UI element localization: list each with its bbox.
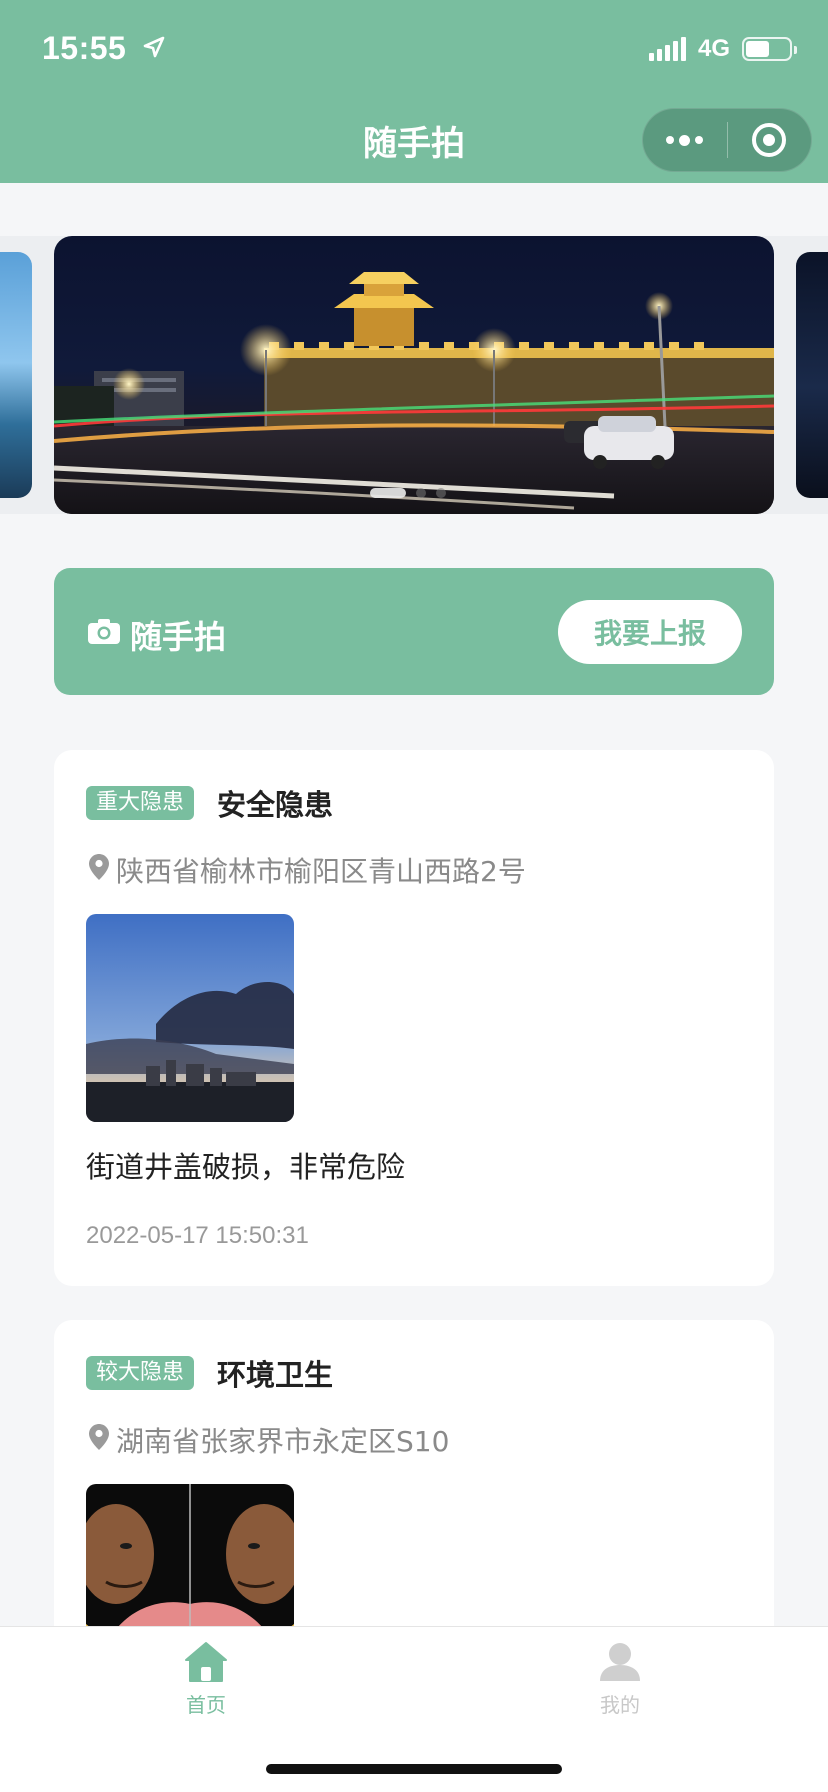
status-indicators: 4G [648,34,797,64]
camera-icon [88,619,120,644]
submit-report-button[interactable]: 我要上报 [558,600,742,664]
severity-tag: 重大隐患 [86,786,195,820]
location-pin-icon [89,1424,109,1450]
signal-icon [648,37,686,61]
report-address: 陕西省榆林市榆阳区青山西路2号 [116,855,526,888]
user-icon [600,1643,640,1681]
home-indicator [266,1764,562,1774]
report-category: 安全隐患 [217,788,334,822]
close-miniprogram-button[interactable] [728,109,812,171]
banner-slide-next[interactable] [796,252,828,498]
battery-icon [742,37,797,61]
tab-mine[interactable]: 我的 [560,1641,680,1718]
report-address: 湖南省张家界市永定区S10 [116,1425,450,1458]
status-time-text: 15:55 [42,30,127,66]
tab-home[interactable]: 首页 [146,1641,266,1718]
location-arrow-icon [142,35,166,66]
tab-home-label: 首页 [186,1693,226,1717]
carousel-dot-3[interactable] [436,488,446,498]
report-card[interactable]: 较大隐患 环境卫生 湖南省张家界市永定区S10 [54,1320,774,1650]
app-header: 15:55 4G 随手拍 [0,0,828,183]
banner-carousel[interactable] [0,236,828,514]
carousel-indicator [370,488,446,498]
banner-slide-active[interactable] [54,236,774,514]
carousel-dot-1[interactable] [370,488,406,498]
more-dots-icon [666,134,704,146]
location-pin-icon [89,854,109,880]
report-bar-title: 随手拍 [130,618,227,656]
report-card[interactable]: 重大隐患 安全隐患 陕西省榆林市榆阳区青山西路2号 街道井盖破损，非常危险 20… [54,750,774,1286]
home-icon [185,1642,227,1682]
report-photo[interactable] [86,914,294,1122]
report-description: 街道井盖破损，非常危险 [86,1150,406,1184]
network-type: 4G [697,35,730,62]
status-time: 15:55 [42,30,166,67]
tab-mine-label: 我的 [600,1693,640,1717]
city-night-photo [54,272,774,514]
mini-program-capsule [642,108,812,172]
carousel-dot-2[interactable] [416,488,426,498]
more-button[interactable] [643,109,727,171]
report-time: 2022-05-17 15:50:31 [86,1222,309,1249]
banner-slide-previous[interactable] [0,252,32,498]
report-category: 环境卫生 [217,1358,334,1392]
target-ring-icon [752,123,787,157]
severity-tag: 较大隐患 [86,1356,195,1390]
quick-report-bar: 随手拍 我要上报 [54,568,774,695]
